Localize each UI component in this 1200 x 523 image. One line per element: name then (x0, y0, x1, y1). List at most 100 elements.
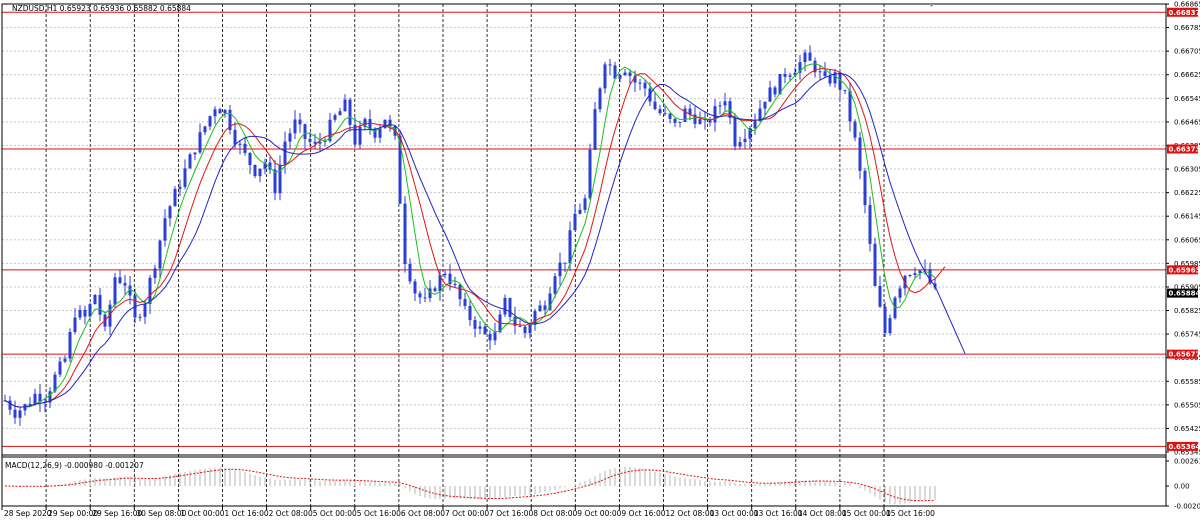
candle-body (623, 72, 627, 76)
candle-body (458, 284, 462, 300)
candle-body (168, 206, 172, 219)
candle-body (18, 410, 22, 418)
y-tick-label: 0.65745 (1174, 331, 1200, 339)
macd-header: MACD(12,26,9) -0.000980 -0.001207 (5, 461, 144, 470)
candle-body (858, 137, 862, 171)
last-price-label: 0.65884 (1169, 290, 1200, 298)
candle-body (478, 326, 482, 329)
candle-body (33, 393, 37, 404)
candle-body (318, 141, 322, 144)
trading-chart[interactable]: 0.66865 0.66785 0.66705 0.66625 0.66545 0.664… (0, 0, 1200, 523)
candle-body (843, 89, 847, 91)
candle-body (253, 165, 257, 177)
candle-body (788, 75, 792, 77)
candle-body (308, 138, 312, 142)
candle-body (288, 133, 292, 142)
candle-body (433, 288, 437, 291)
x-tick-label: 1 Oct 00:00 (180, 509, 224, 518)
candle-body (163, 218, 167, 241)
candle-body (583, 198, 587, 210)
candle-body (443, 273, 447, 276)
y-tick-label: 0.65585 (1174, 378, 1200, 386)
candle-body (423, 297, 427, 299)
candle-body (618, 75, 622, 79)
candle-body (588, 149, 592, 199)
candle-body (848, 90, 852, 122)
candle-body (528, 324, 532, 334)
candle-body (488, 334, 492, 341)
candle-body (238, 143, 242, 145)
candle-body (138, 316, 142, 318)
price-level-label: 0.65364 (1169, 443, 1200, 451)
macd-y-tick-label: 0.00261 (1174, 458, 1200, 466)
y-tick-label: 0.66785 (1174, 24, 1200, 32)
candle-body (213, 109, 217, 117)
candle-body (753, 120, 757, 129)
candle-body (78, 309, 82, 318)
candle-body (258, 168, 262, 177)
x-tick-label: 5 Oct 16:00 (357, 509, 401, 518)
candle-body (8, 400, 12, 410)
candle-body (708, 120, 712, 123)
candle-body (628, 72, 632, 76)
x-tick-label: 29 Sep 16:00 (92, 509, 142, 518)
x-tick-label: 8 Oct 08:00 (533, 509, 577, 518)
candle-body (823, 71, 827, 76)
candle-body (178, 186, 182, 189)
candle-body (118, 277, 122, 284)
x-tick-label: 15 Oct 00:00 (842, 509, 891, 518)
y-tick-label: 0.65505 (1174, 401, 1200, 409)
candle-body (203, 126, 207, 133)
candle-body (113, 277, 117, 305)
candle-body (463, 299, 467, 306)
candle-body (908, 275, 912, 277)
x-tick-label: 30 Sep 08:00 (136, 509, 186, 518)
candle-body (598, 88, 602, 110)
x-tick-label: 29 Sep 00:00 (48, 509, 98, 518)
candle-body (83, 309, 87, 317)
candle-body (68, 331, 72, 359)
candle-body (183, 168, 187, 187)
candle-body (98, 294, 102, 315)
candle-body (153, 268, 157, 278)
candle-body (563, 262, 567, 264)
candle-body (368, 118, 372, 129)
candle-body (773, 87, 777, 95)
x-tick-label: 7 Oct 16:00 (489, 509, 533, 518)
candle-body (473, 320, 477, 329)
y-tick-label: 0.65825 (1174, 307, 1200, 315)
candle-body (73, 317, 77, 332)
candle-body (333, 115, 337, 120)
candle-body (568, 230, 572, 264)
y-tick-label: 0.66145 (1174, 213, 1200, 221)
x-tick-label: 2 Oct 08:00 (269, 509, 313, 518)
candle-body (593, 109, 597, 150)
x-tick-label: 9 Oct 00:00 (577, 509, 621, 518)
y-tick-label: 0.66305 (1174, 166, 1200, 174)
x-tick-label: 9 Oct 16:00 (621, 509, 665, 518)
candle-body (503, 298, 507, 315)
candle-body (518, 325, 522, 327)
candle-body (198, 132, 202, 153)
y-tick-label: 0.66065 (1174, 236, 1200, 244)
candle-body (718, 105, 722, 107)
macd-y-tick-label: -0.00208 (1174, 503, 1200, 511)
candle-body (208, 116, 212, 127)
candle-body (783, 74, 787, 77)
candle-body (578, 209, 582, 214)
price-level-label: 0.66837 (1169, 9, 1200, 17)
candle-body (738, 142, 742, 147)
candle-body (338, 111, 342, 116)
candle-body (603, 64, 607, 89)
candle-body (508, 298, 512, 317)
macd-y-tick-label: 0.00 (1174, 483, 1190, 491)
x-tick-label: 5 Oct 00:00 (313, 509, 357, 518)
candle-body (733, 117, 737, 147)
x-tick-label: 1 Oct 16:00 (225, 509, 269, 518)
candle-body (63, 358, 67, 362)
candle-body (418, 293, 422, 298)
candle-body (223, 109, 227, 114)
candle-body (298, 119, 302, 125)
x-tick-label: 14 Oct 08:00 (798, 509, 847, 518)
x-tick-label: 6 Oct 08:00 (401, 509, 445, 518)
